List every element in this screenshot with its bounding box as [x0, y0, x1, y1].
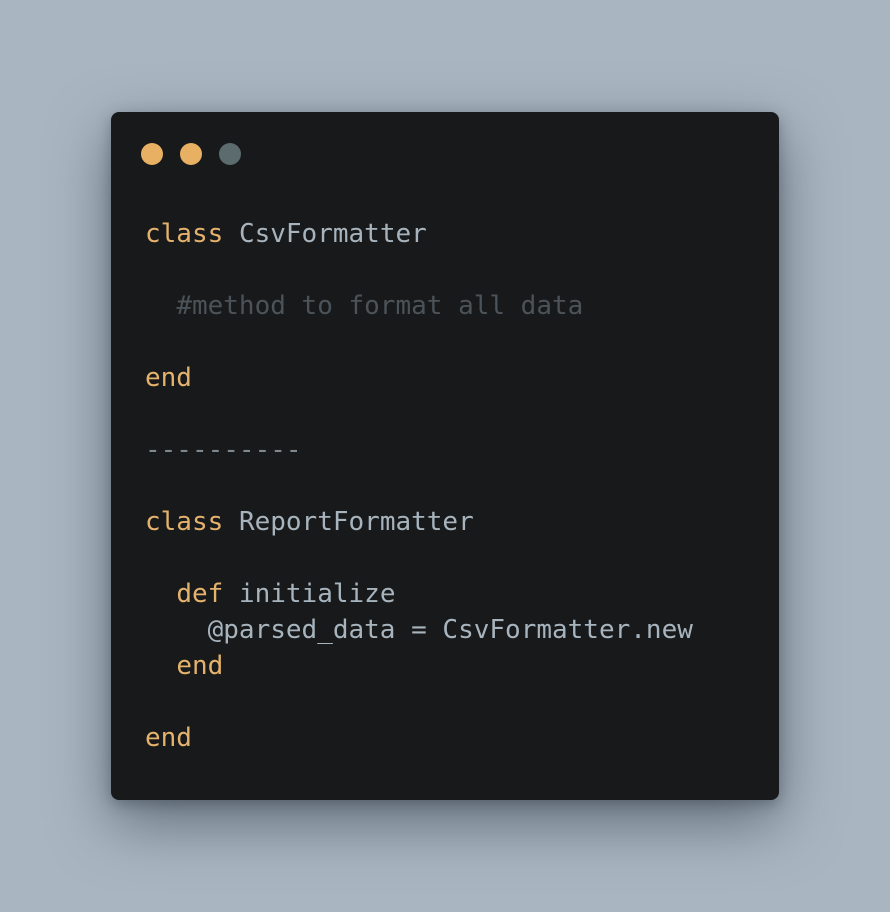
- maximize-dot-icon[interactable]: [219, 143, 241, 165]
- keyword-def: def: [176, 579, 224, 609]
- class-name-csvformatter: CsvFormatter: [238, 219, 427, 249]
- assignment-statement: @parsed_data = CsvFormatter.new: [207, 615, 693, 645]
- code-comment: #method to format all data: [176, 291, 584, 321]
- code-line-15: end: [145, 720, 693, 756]
- keyword-end: end: [176, 651, 224, 681]
- code-block: class CsvFormatter #method to format all…: [145, 216, 693, 756]
- window-controls: [141, 143, 241, 165]
- code-line-13: end: [145, 648, 693, 684]
- method-name-initialize: initialize: [238, 579, 396, 609]
- keyword-end: end: [145, 723, 192, 753]
- code-line-7: ----------: [145, 432, 693, 468]
- code-line-3: #method to format all data: [145, 288, 693, 324]
- minimize-dot-icon[interactable]: [180, 143, 202, 165]
- code-line-11: def initialize: [145, 576, 693, 612]
- separator-dashes: ----------: [145, 435, 302, 465]
- code-line-1: class CsvFormatter: [145, 216, 693, 252]
- code-window: class CsvFormatter #method to format all…: [111, 112, 779, 800]
- close-dot-icon[interactable]: [141, 143, 163, 165]
- keyword-class: class: [145, 219, 224, 249]
- class-name-reportformatter: ReportFormatter: [238, 507, 474, 537]
- keyword-end: end: [145, 363, 192, 393]
- keyword-class: class: [145, 507, 224, 537]
- code-line-12: @parsed_data = CsvFormatter.new: [145, 612, 693, 648]
- code-line-5: end: [145, 360, 693, 396]
- code-line-9: class ReportFormatter: [145, 504, 693, 540]
